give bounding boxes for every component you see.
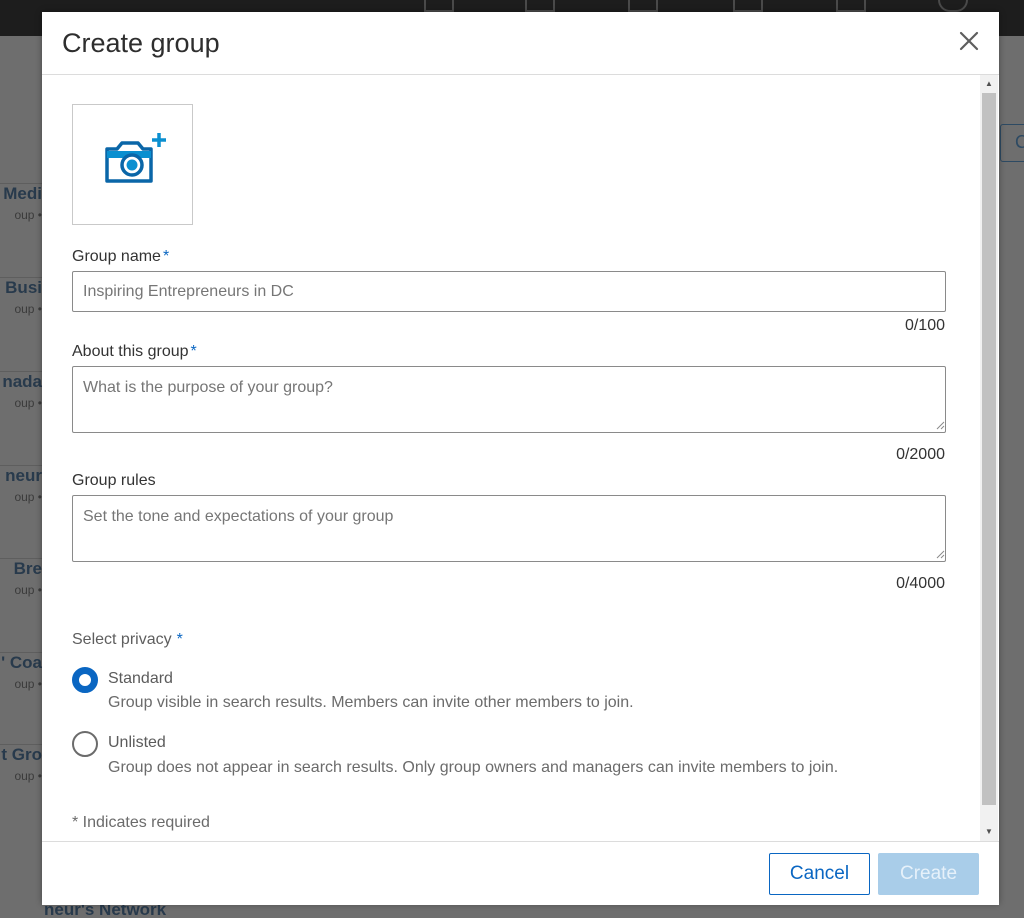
about-group-counter: 0/2000 (896, 446, 945, 463)
dialog-scrollbar[interactable]: ▲ ▼ (980, 75, 998, 841)
group-name-input[interactable] (72, 271, 946, 312)
privacy-option-description: Group visible in search results. Members… (108, 694, 634, 711)
privacy-option-description: Group does not appear in search results.… (108, 759, 839, 776)
privacy-radio-unlisted[interactable] (72, 731, 98, 757)
required-asterisk: * (176, 631, 183, 648)
privacy-label: Select privacy * (72, 631, 183, 648)
group-rules-textarea[interactable] (72, 495, 946, 562)
required-asterisk: * (162, 248, 170, 265)
scroll-thumb[interactable] (982, 93, 996, 805)
nav-jobs-icon (628, 0, 658, 12)
required-asterisk: * (190, 343, 197, 360)
background-button: C (1000, 124, 1024, 162)
group-name-counter: 0/100 (904, 317, 945, 334)
camera-plus-icon (105, 133, 166, 183)
close-icon (959, 31, 979, 51)
background-list-item: Medi oup • (0, 183, 42, 222)
dialog-title: Create group (62, 28, 220, 58)
background-list-item: t Gro oup • (0, 744, 42, 783)
add-group-logo-button[interactable] (72, 104, 193, 225)
required-note: * Indicates required (72, 814, 210, 831)
dialog-header: Create group (42, 12, 999, 75)
dialog-body: Group name* 0/100 About this group* 0/20… (42, 75, 999, 841)
group-name-label: Group name * (72, 248, 170, 265)
background-list-item: Bre oup • (0, 558, 42, 597)
close-button[interactable] (956, 28, 982, 54)
group-rules-counter: 0/4000 (896, 575, 945, 592)
background-list-item: neur oup • (0, 465, 42, 504)
create-group-dialog: Create group Group name * Inspiring Entr… (42, 12, 999, 905)
nav-notifications-icon (836, 0, 866, 12)
privacy-option-title[interactable]: Unlisted (108, 734, 166, 752)
background-list-item: nada oup • (0, 371, 42, 410)
nav-network-icon (525, 0, 555, 12)
scroll-up-icon[interactable]: ▲ (980, 77, 998, 91)
nav-messaging-icon (733, 0, 763, 12)
nav-home-icon (424, 0, 454, 12)
about-group-textarea[interactable] (72, 366, 946, 433)
cancel-button[interactable]: Cancel (769, 853, 870, 895)
privacy-radio-standard[interactable] (72, 667, 98, 693)
background-group-list: Medi oup • Busi oup • nada oup • neur oup • … (0, 36, 42, 918)
privacy-option-title[interactable]: Standard (108, 670, 173, 688)
background-list-item: Busi oup • (0, 277, 42, 316)
scroll-down-icon[interactable]: ▼ (980, 825, 998, 839)
dialog-footer: Cancel Create (42, 841, 999, 905)
nav-profile-icon (938, 0, 968, 12)
about-group-label: About this group * (72, 343, 197, 360)
create-button[interactable]: Create (878, 853, 979, 895)
group-rules-label: Group rules (72, 472, 156, 489)
background-list-item: ' Coa oup • (0, 652, 42, 691)
